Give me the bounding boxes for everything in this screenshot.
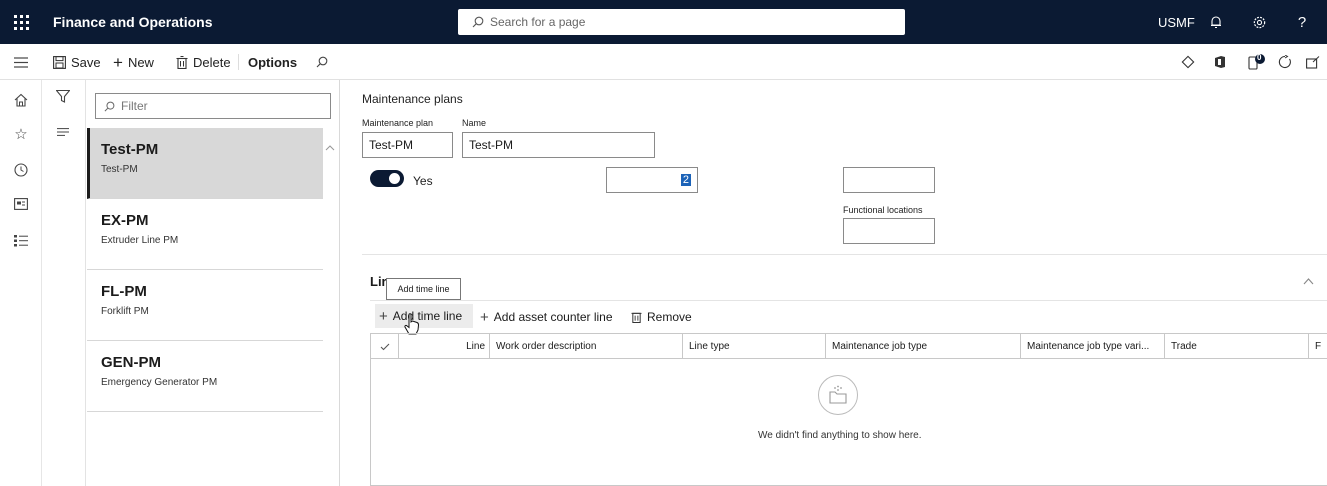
navigation-pane: ☆ (0, 80, 42, 486)
maintenance-plan-label: Maintenance plan (362, 118, 434, 128)
functional-locations-label: Functional locations (843, 205, 923, 215)
column-header-work-order-description[interactable]: Work order description (490, 334, 683, 359)
name-label: Name (462, 118, 487, 128)
plus-icon: + (480, 308, 489, 326)
action-search-icon[interactable] (316, 52, 328, 72)
search-placeholder: Search for a page (490, 15, 586, 29)
column-header-maintenance-job-type-variant[interactable]: Maintenance job type vari... (1021, 334, 1165, 359)
breadcrumb[interactable]: Maintenance plans (362, 92, 463, 106)
maintenance-plan-field[interactable]: Test-PM (362, 132, 453, 158)
refresh-icon[interactable] (1278, 52, 1292, 72)
separator (238, 54, 239, 70)
recent-clock-icon[interactable] (11, 160, 31, 180)
section-divider (362, 254, 1327, 255)
search-icon (472, 16, 484, 28)
grid-header: Line Work order description Line type Ma… (371, 334, 1327, 359)
column-header-maintenance-job-type[interactable]: Maintenance job type (826, 334, 1021, 359)
options-tab[interactable]: Options (248, 52, 297, 72)
name-field[interactable]: Test-PM (462, 132, 655, 158)
new-button[interactable]: + New (113, 52, 154, 72)
add-time-line-button[interactable]: + Add time line (375, 304, 473, 328)
list-item[interactable]: FL-PM Forklift PM (87, 270, 323, 341)
list-tools (42, 80, 86, 486)
trash-icon (176, 55, 188, 69)
action-pane: Save + New Delete Options 0 (0, 44, 1327, 80)
plus-icon: + (379, 307, 388, 325)
toggle-label: Yes (413, 174, 433, 188)
attachments-badge: 0 (1257, 53, 1262, 62)
filter-input[interactable]: Filter (95, 93, 331, 119)
text-field[interactable] (843, 167, 935, 193)
maintenance-plan-list: Test-PM Test-PM EX-PM Extruder Line PM F… (87, 128, 323, 412)
help-icon[interactable]: ? (1293, 12, 1311, 32)
list-view-icon[interactable] (53, 122, 73, 142)
collapse-chevron-icon[interactable] (1303, 272, 1314, 290)
tooltip: Add time line (386, 278, 461, 300)
functional-locations-field[interactable] (843, 218, 935, 244)
save-icon (53, 55, 66, 69)
modules-list-icon[interactable] (11, 231, 31, 251)
column-header-trade[interactable]: Trade (1165, 334, 1309, 359)
empty-folder-icon (818, 375, 858, 415)
select-all-checkbox[interactable] (371, 334, 399, 359)
save-button[interactable]: Save (53, 52, 101, 72)
toggle-switch[interactable] (370, 170, 404, 187)
bell-icon[interactable] (1207, 12, 1225, 32)
attachments-icon[interactable]: 0 (1248, 52, 1266, 72)
hamburger-menu-icon[interactable] (11, 52, 31, 72)
delete-button[interactable]: Delete (176, 52, 231, 72)
open-new-window-icon[interactable] (1306, 52, 1320, 72)
column-header-line-type[interactable]: Line type (683, 334, 826, 359)
search-icon (104, 101, 115, 111)
add-asset-counter-line-button[interactable]: + Add asset counter line (480, 308, 613, 326)
scroll-up-chevron-icon[interactable] (325, 140, 335, 154)
list-item[interactable]: Test-PM Test-PM (87, 128, 323, 199)
office-icon[interactable] (1214, 52, 1226, 72)
remove-button[interactable]: Remove (631, 308, 692, 326)
column-header-truncated[interactable]: F (1309, 334, 1327, 359)
app-launcher-button[interactable] (0, 0, 42, 44)
list-item[interactable]: EX-PM Extruder Line PM (87, 199, 323, 270)
workspaces-icon[interactable] (11, 194, 31, 214)
trash-icon (631, 312, 642, 323)
number-field[interactable]: 2 (606, 167, 698, 193)
column-header-line[interactable]: Line (399, 334, 490, 359)
home-icon[interactable] (11, 90, 31, 110)
filter-funnel-icon[interactable] (53, 86, 73, 106)
search-input[interactable]: Search for a page (458, 9, 905, 35)
top-bar: Finance and Operations Search for a page… (0, 0, 1327, 44)
empty-state-message: We didn't find anything to show here. (758, 430, 922, 441)
list-item[interactable]: GEN-PM Emergency Generator PM (87, 341, 323, 412)
favorites-star-icon[interactable]: ☆ (11, 124, 31, 144)
plus-icon: + (113, 52, 123, 72)
diamond-icon[interactable] (1181, 52, 1195, 72)
list-pane: Filter Test-PM Test-PM EX-PM Extruder Li… (42, 80, 340, 486)
waffle-icon (13, 14, 29, 30)
gear-icon[interactable] (1250, 12, 1268, 32)
toolbar-divider (370, 300, 1327, 301)
app-title[interactable]: Finance and Operations (53, 14, 212, 30)
company-picker[interactable]: USMF (1158, 15, 1195, 30)
lines-section-header[interactable]: Lir (370, 274, 387, 289)
